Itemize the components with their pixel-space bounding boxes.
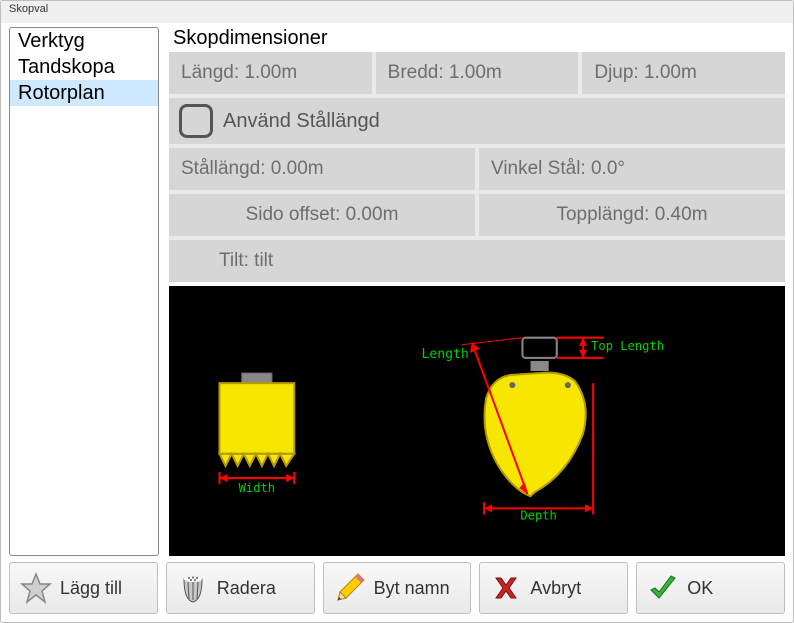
check-icon	[647, 572, 679, 604]
button-row: Lägg till Radera	[9, 562, 785, 614]
trash-icon	[177, 572, 209, 604]
top-area: Verktyg Tandskopa Rotorplan Skopdimensio…	[9, 27, 785, 556]
length-field[interactable]: Längd: 1.00m	[169, 52, 372, 94]
main-panel: Skopdimensioner Längd: 1.00m Bredd: 1.00…	[169, 27, 785, 556]
x-icon	[490, 572, 522, 604]
sidebar-item-verktyg[interactable]: Verktyg	[10, 28, 158, 54]
section-title: Skopdimensioner	[169, 27, 785, 52]
depth-field[interactable]: Djup: 1.00m	[582, 52, 785, 94]
window: Skopval Verktyg Tandskopa Rotorplan Skop…	[0, 0, 794, 623]
delete-button-label: Radera	[217, 578, 276, 599]
top-length-field[interactable]: Topplängd: 0.40m	[479, 194, 785, 236]
steel-angle-field[interactable]: Vinkel Stål: 0.0°	[479, 148, 785, 190]
diagram-svg: Width Top Length	[169, 286, 785, 556]
steel-length-field[interactable]: Stållängd: 0.00m	[169, 148, 475, 190]
sidebar-item-tandskopa[interactable]: Tandskopa	[10, 54, 158, 80]
add-button[interactable]: Lägg till	[9, 562, 158, 614]
sidebar: Verktyg Tandskopa Rotorplan	[9, 27, 159, 556]
ok-button[interactable]: OK	[636, 562, 785, 614]
tilt-field[interactable]: Tilt: tilt	[169, 240, 785, 282]
use-steel-length-checkbox[interactable]	[179, 104, 213, 138]
cancel-button[interactable]: Avbryt	[479, 562, 628, 614]
diagram-length-label: Length	[421, 347, 468, 362]
rename-button[interactable]: Byt namn	[323, 562, 472, 614]
window-title: Skopval	[1, 1, 793, 23]
cancel-button-label: Avbryt	[530, 578, 581, 599]
ok-button-label: OK	[687, 578, 713, 599]
diagram-toplength-label: Top Length	[591, 339, 664, 353]
star-icon	[20, 572, 52, 604]
pencil-icon	[334, 572, 366, 604]
side-offset-field[interactable]: Sido offset: 0.00m	[169, 194, 475, 236]
diagram-depth-label: Depth	[520, 508, 556, 522]
diagram-width-label: Width	[239, 481, 275, 495]
rename-button-label: Byt namn	[374, 578, 450, 599]
content: Verktyg Tandskopa Rotorplan Skopdimensio…	[1, 23, 793, 622]
delete-button[interactable]: Radera	[166, 562, 315, 614]
width-field[interactable]: Bredd: 1.00m	[376, 52, 579, 94]
dimensions-grid: Längd: 1.00m Bredd: 1.00m Djup: 1.00m An…	[169, 52, 785, 282]
bucket-diagram: Width Top Length	[169, 286, 785, 556]
add-button-label: Lägg till	[60, 578, 122, 599]
use-steel-length-row[interactable]: Använd Stållängd	[169, 98, 785, 144]
use-steel-length-label: Använd Stållängd	[223, 110, 380, 133]
sidebar-item-rotorplan[interactable]: Rotorplan	[10, 80, 158, 106]
